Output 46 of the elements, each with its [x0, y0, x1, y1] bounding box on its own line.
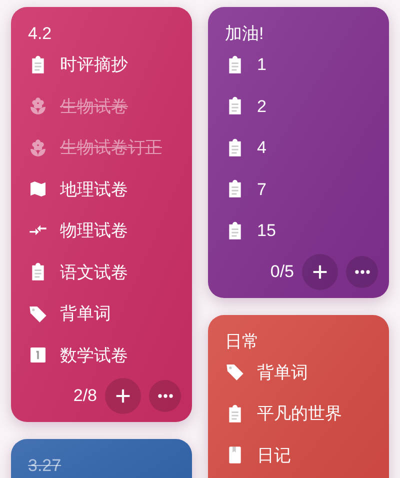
task-item[interactable]: 数学试卷: [28, 334, 175, 376]
task-item[interactable]: 平凡的世界: [225, 393, 372, 434]
task-text: 生物试卷: [60, 96, 128, 118]
task-item[interactable]: 时评摘抄: [28, 44, 175, 86]
task-text: 1: [257, 54, 266, 76]
task-item[interactable]: 1: [225, 44, 372, 86]
task-item[interactable]: 2: [225, 86, 372, 127]
task-text: 4: [257, 137, 266, 159]
task-text: 日记: [257, 444, 291, 466]
more-icon: [354, 270, 370, 274]
task-text: 语文试卷: [60, 262, 128, 284]
list-card[interactable]: 3.27: [11, 439, 192, 478]
add-button[interactable]: [302, 254, 338, 290]
task-text: 平凡的世界: [257, 403, 342, 425]
task-text: 7: [257, 178, 266, 200]
progress-count: 0/5: [270, 260, 294, 283]
task-item[interactable]: 语文试卷: [28, 252, 175, 293]
task-item[interactable]: 物理试卷: [28, 210, 175, 252]
card-title: 加油!: [225, 24, 265, 44]
task-text: 背单词: [257, 362, 308, 384]
task-text: 背单词: [60, 303, 111, 325]
card-title: 日常: [225, 332, 260, 352]
task-text: 生物试卷订正: [60, 137, 162, 159]
list-card[interactable]: 日常 背单词 平凡的世界 日记: [208, 314, 389, 478]
task-item[interactable]: 日记: [225, 434, 372, 476]
task-item[interactable]: 15: [225, 210, 372, 252]
list-card[interactable]: 加油! 1 2 4 7 15 0/5: [208, 7, 389, 298]
list-card[interactable]: 4.2 时评摘抄 生物试卷 生物试卷订正 地理试卷 物理试卷 语文试卷 背单词 数学试卷 2/8: [11, 7, 192, 422]
task-item[interactable]: 背单词: [225, 352, 372, 393]
task-text: 数学试卷: [60, 344, 128, 366]
task-item[interactable]: 背单词: [28, 293, 175, 334]
more-button[interactable]: [149, 380, 181, 412]
task-item[interactable]: 7: [225, 168, 372, 210]
task-text: 物理试卷: [60, 220, 128, 242]
add-button[interactable]: [105, 378, 141, 414]
more-button[interactable]: [346, 256, 378, 288]
task-text: 地理试卷: [60, 178, 128, 200]
task-item[interactable]: 4: [225, 127, 372, 168]
more-icon: [158, 394, 172, 398]
task-text: 2: [257, 96, 266, 118]
card-title: 3.27: [28, 456, 62, 476]
task-text: 15: [257, 220, 276, 242]
task-item[interactable]: 地理试卷: [28, 168, 175, 210]
progress-count: 2/8: [73, 385, 97, 408]
card-title: 4.2: [28, 24, 53, 44]
task-text: 时评摘抄: [60, 54, 128, 76]
